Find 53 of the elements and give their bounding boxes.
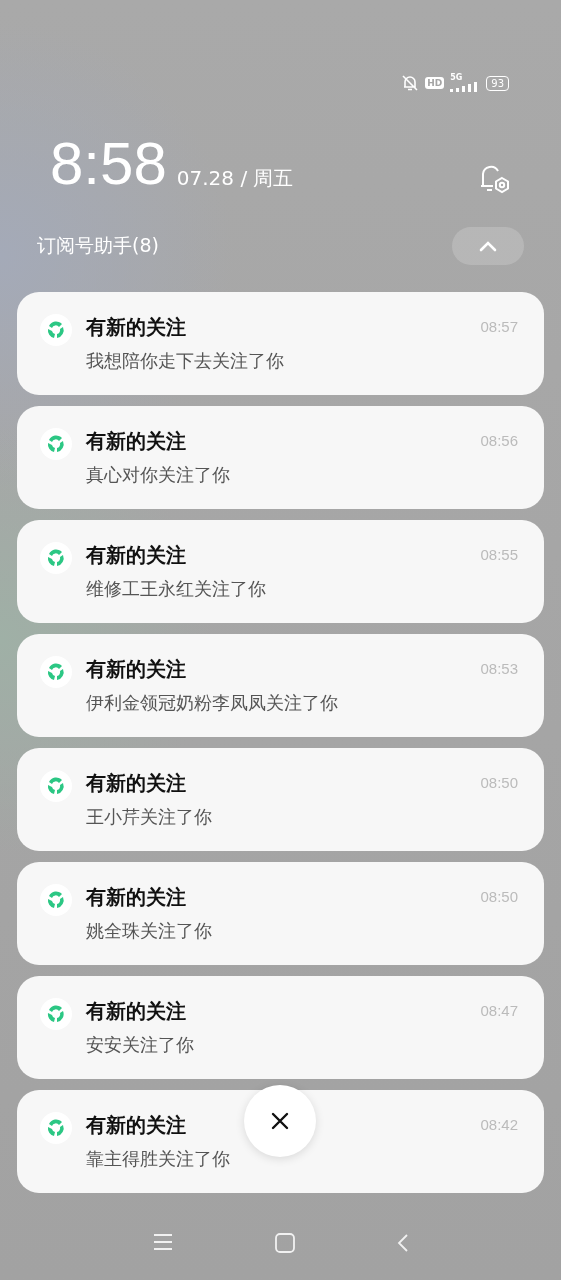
notification-title: 有新的关注 bbox=[86, 314, 186, 341]
app-icon bbox=[40, 770, 72, 802]
notification-body: 安安关注了你 bbox=[86, 1033, 194, 1057]
battery-level: 93 bbox=[486, 75, 509, 91]
app-icon bbox=[40, 1112, 72, 1144]
notification-title: 有新的关注 bbox=[86, 1112, 186, 1139]
notification-time: 08:47 bbox=[480, 1002, 518, 1019]
notification-title: 有新的关注 bbox=[86, 770, 186, 797]
notification-title: 有新的关注 bbox=[86, 428, 186, 455]
home-icon[interactable] bbox=[273, 1232, 296, 1254]
notification-time: 08:56 bbox=[480, 432, 518, 449]
app-icon bbox=[40, 428, 72, 460]
app-icon bbox=[40, 884, 72, 916]
notification-body: 伊利金领冠奶粉李凤凤关注了你 bbox=[86, 691, 338, 715]
notification-card[interactable]: 有新的关注 靠主得胜关注了你 08:42 bbox=[17, 1090, 544, 1193]
notification-card[interactable]: 有新的关注 安安关注了你 08:47 bbox=[17, 976, 544, 1079]
close-icon bbox=[270, 1111, 290, 1131]
notification-time: 08:50 bbox=[480, 774, 518, 791]
notification-body: 靠主得胜关注了你 bbox=[86, 1147, 230, 1171]
notification-body: 姚全珠关注了你 bbox=[86, 919, 212, 943]
app-icon bbox=[40, 998, 72, 1030]
bell-muted-icon bbox=[401, 74, 420, 92]
notification-title: 有新的关注 bbox=[86, 998, 186, 1025]
group-title: 订阅号助手(8) bbox=[37, 233, 159, 258]
notification-card[interactable]: 有新的关注 维修工王永红关注了你 08:55 bbox=[17, 520, 544, 623]
hd-badge: HD bbox=[425, 77, 445, 89]
menu-icon[interactable] bbox=[151, 1232, 174, 1252]
notification-title: 有新的关注 bbox=[86, 656, 186, 683]
notification-body: 我想陪你走下去关注了你 bbox=[86, 349, 284, 373]
notification-time: 08:55 bbox=[480, 546, 518, 563]
notification-card[interactable]: 有新的关注 姚全珠关注了你 08:50 bbox=[17, 862, 544, 965]
network-label: 5G bbox=[450, 74, 463, 82]
notification-body: 维修工王永红关注了你 bbox=[86, 577, 266, 601]
chevron-up-icon bbox=[478, 240, 498, 252]
notification-time: 08:53 bbox=[480, 660, 518, 677]
notification-body: 真心对你关注了你 bbox=[86, 463, 230, 487]
notification-card[interactable]: 有新的关注 王小芹关注了你 08:50 bbox=[17, 748, 544, 851]
notification-card[interactable]: 有新的关注 我想陪你走下去关注了你 08:57 bbox=[17, 292, 544, 395]
app-icon bbox=[40, 314, 72, 346]
app-icon bbox=[40, 656, 72, 688]
notification-title: 有新的关注 bbox=[86, 542, 186, 569]
notification-time: 08:57 bbox=[480, 318, 518, 335]
back-icon[interactable] bbox=[395, 1232, 410, 1254]
notification-card[interactable]: 有新的关注 真心对你关注了你 08:56 bbox=[17, 406, 544, 509]
notification-body: 王小芹关注了你 bbox=[86, 805, 212, 829]
notification-title: 有新的关注 bbox=[86, 884, 186, 911]
notification-time: 08:42 bbox=[480, 1116, 518, 1133]
notification-card[interactable]: 有新的关注 伊利金领冠奶粉李凤凤关注了你 08:53 bbox=[17, 634, 544, 737]
collapse-button[interactable] bbox=[452, 227, 524, 265]
app-icon bbox=[40, 542, 72, 574]
date-text: 07.28 / 周五 bbox=[176, 165, 294, 192]
notification-time: 08:50 bbox=[480, 888, 518, 905]
clock-time: 8:58 bbox=[50, 132, 167, 196]
